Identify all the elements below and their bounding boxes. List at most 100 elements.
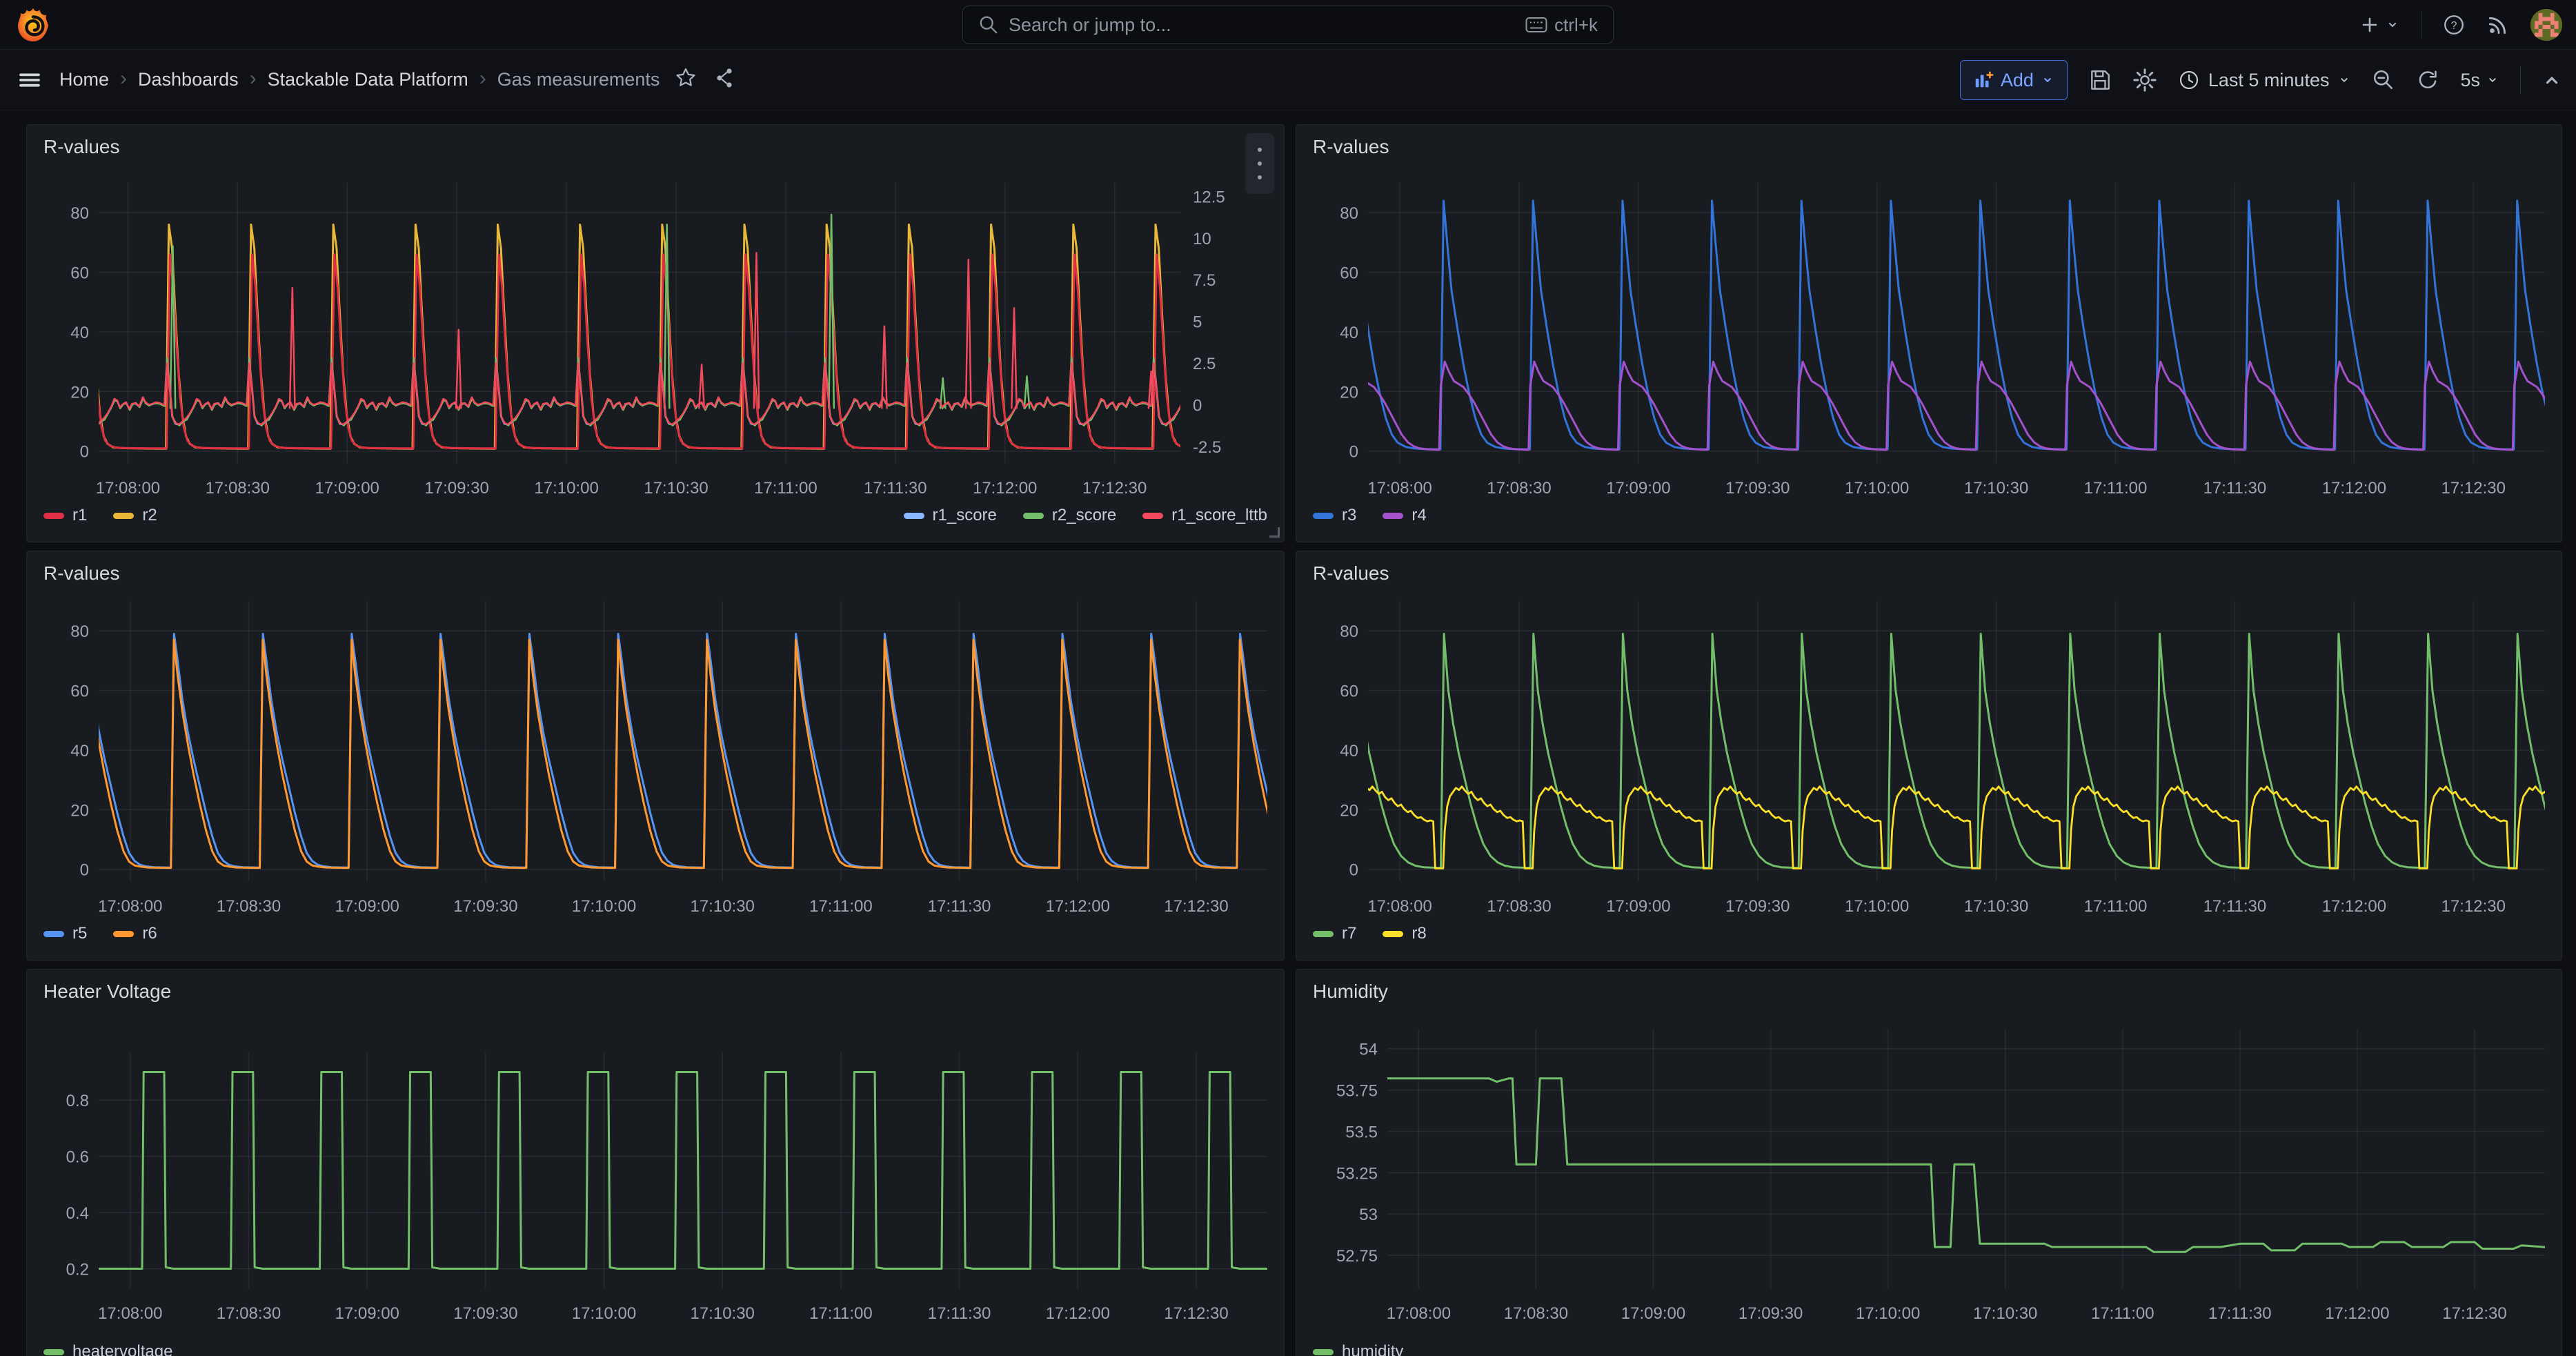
add-panel-button[interactable]: Add [1960, 60, 2068, 100]
refresh-button[interactable] [2416, 68, 2439, 92]
panel-menu-button[interactable] [1245, 133, 1274, 194]
x-axis-tick-label: 17:09:30 [424, 479, 488, 498]
x-axis-tick-label: 17:11:30 [2208, 1304, 2272, 1323]
x-axis-tick-label: 17:09:00 [1606, 897, 1670, 916]
legend-item-r5[interactable]: r5 [43, 924, 87, 943]
global-search[interactable]: ctrl+k [962, 6, 1614, 44]
x-axis-tick-label: 17:11:00 [2091, 1304, 2154, 1323]
news-button[interactable] [2486, 13, 2510, 37]
help-icon: ? [2442, 13, 2466, 37]
x-axis-tick-label: 17:10:30 [690, 897, 754, 916]
y-axis-tick-label: 40 [1340, 324, 1358, 342]
panel-title[interactable]: R-values [43, 136, 119, 158]
breadcrumb-dashboards[interactable]: Dashboards [138, 69, 239, 90]
panel-heater-voltage: Heater Voltage 0.20.40.60.817:08:0017:08… [26, 969, 1285, 1356]
panel-legend: r5 r6 [43, 924, 1267, 943]
dashboard-toolbar: Home › Dashboards › Stackable Data Platf… [0, 50, 2576, 110]
y-axis-tick-label: 60 [1340, 682, 1358, 701]
panel-title[interactable]: R-values [43, 562, 119, 584]
legend-item-heatervoltage[interactable]: heatervoltage [43, 1342, 172, 1356]
user-avatar[interactable] [2530, 9, 2562, 41]
y-axis-tick-label: 0.6 [66, 1148, 89, 1167]
breadcrumb-separator: › [120, 68, 127, 89]
search-input[interactable] [1009, 14, 1516, 36]
legend-item-r3[interactable]: r3 [1313, 506, 1356, 525]
y-axis-tick-label: 52.75 [1336, 1247, 1378, 1266]
x-axis-tick-label: 17:11:30 [2203, 897, 2267, 916]
series-spike-r1_score_lttb [1011, 308, 1016, 408]
panel-title[interactable]: Heater Voltage [43, 981, 171, 1003]
breadcrumb-separator: › [479, 68, 486, 89]
breadcrumb-home[interactable]: Home [59, 69, 109, 90]
panel-title[interactable]: Humidity [1313, 981, 1388, 1003]
time-range-label: Last 5 minutes [2208, 70, 2330, 91]
menu-toggle-button[interactable] [18, 68, 41, 92]
series-heatervoltage [27, 1072, 1284, 1269]
grid [1368, 183, 2545, 463]
time-range-picker[interactable]: Last 5 minutes [2178, 69, 2352, 91]
legend-swatch [43, 513, 64, 519]
legend-item-r4[interactable]: r4 [1383, 506, 1426, 525]
grafana-logo[interactable] [17, 7, 50, 43]
help-button[interactable]: ? [2442, 13, 2466, 37]
favorite-star-button[interactable] [675, 67, 697, 92]
legend-label: r1 [72, 506, 87, 525]
panel-title[interactable]: R-values [1313, 562, 1389, 584]
legend-item-r2_score[interactable]: r2_score [1023, 506, 1116, 525]
legend-item-r7[interactable]: r7 [1313, 924, 1356, 943]
legend-item-r1[interactable]: r1 [43, 506, 87, 525]
y-axis-right-tick-label: -2.5 [1193, 438, 1221, 457]
x-axis-tick-label: 17:12:30 [1164, 897, 1228, 916]
dashboard-grid: R-values 020406080-2.502.557.51012.517:0… [0, 110, 2576, 1356]
panel-title[interactable]: R-values [1313, 136, 1389, 158]
legend-group-left: r3 r4 [1313, 506, 1427, 525]
chevron-down-icon [2486, 73, 2499, 87]
add-panel-icon [1973, 70, 1994, 90]
zoom-out-button[interactable] [2372, 68, 2395, 92]
x-axis-tick-label: 17:11:00 [809, 1304, 873, 1323]
x-axis-tick-label: 17:10:30 [1964, 479, 2028, 498]
legend-swatch [43, 1349, 64, 1355]
y-axis-right-tick-label: 5 [1193, 313, 1202, 332]
legend-group-left: r1 r2 [43, 506, 157, 525]
y-axis-tick-label: 0.4 [66, 1204, 89, 1223]
refresh-interval-label: 5s [2460, 70, 2480, 91]
panel-resize-handle[interactable] [1269, 527, 1280, 538]
legend-item-r1_score[interactable]: r1_score [904, 506, 997, 525]
y-axis-right-tick-label: 12.5 [1193, 188, 1225, 206]
time-series-chart: 52.755353.2553.553.755417:08:0017:08:301… [1296, 970, 2562, 1356]
legend-item-r8[interactable]: r8 [1383, 924, 1426, 943]
x-axis-tick-label: 17:12:00 [973, 479, 1037, 498]
time-series-chart: 020406080-2.502.557.51012.517:08:0017:08… [27, 125, 1284, 542]
dashboard-settings-button[interactable] [2132, 68, 2157, 92]
chevron-down-icon [2041, 73, 2054, 87]
legend-swatch [1383, 931, 1403, 937]
x-axis-tick-label: 17:11:30 [2203, 479, 2267, 498]
panel-legend: r1 r2 r1_score r2_score r1_score_lttb [43, 506, 1267, 525]
series-r7 [1296, 634, 2562, 868]
legend-item-r2[interactable]: r2 [113, 506, 157, 525]
legend-item-r1_score_lttb[interactable]: r1_score_lttb [1142, 506, 1267, 525]
panel-r-values-2: R-values 02040608017:08:0017:08:3017:09:… [1296, 124, 2562, 542]
panel-r-values-1: R-values 020406080-2.502.557.51012.517:0… [26, 124, 1285, 542]
legend-item-humidity[interactable]: humidity [1313, 1342, 1403, 1356]
x-axis-tick-label: 17:10:00 [1845, 479, 1909, 498]
y-axis-right-tick-label: 10 [1193, 230, 1211, 248]
x-axis-tick-label: 17:10:30 [1973, 1304, 2037, 1323]
breadcrumb-folder[interactable]: Stackable Data Platform [268, 69, 468, 90]
y-axis-tick-label: 53.5 [1345, 1123, 1378, 1142]
y-axis-tick-label: 60 [70, 682, 89, 701]
x-axis-tick-label: 17:11:00 [2084, 479, 2148, 498]
share-button[interactable] [713, 67, 735, 92]
legend-label: r1_score [933, 506, 997, 525]
panel-legend: humidity [1313, 1342, 2545, 1356]
save-dashboard-button[interactable] [2088, 68, 2112, 92]
legend-item-r6[interactable]: r6 [113, 924, 157, 943]
toolbar-divider [2520, 66, 2521, 94]
star-icon [675, 67, 697, 89]
search-icon [978, 14, 999, 35]
collapse-toolbar-button[interactable] [2542, 70, 2562, 90]
refresh-interval-picker[interactable]: 5s [2460, 70, 2499, 91]
y-axis-tick-label: 80 [1340, 204, 1358, 223]
new-button[interactable] [2359, 14, 2400, 36]
